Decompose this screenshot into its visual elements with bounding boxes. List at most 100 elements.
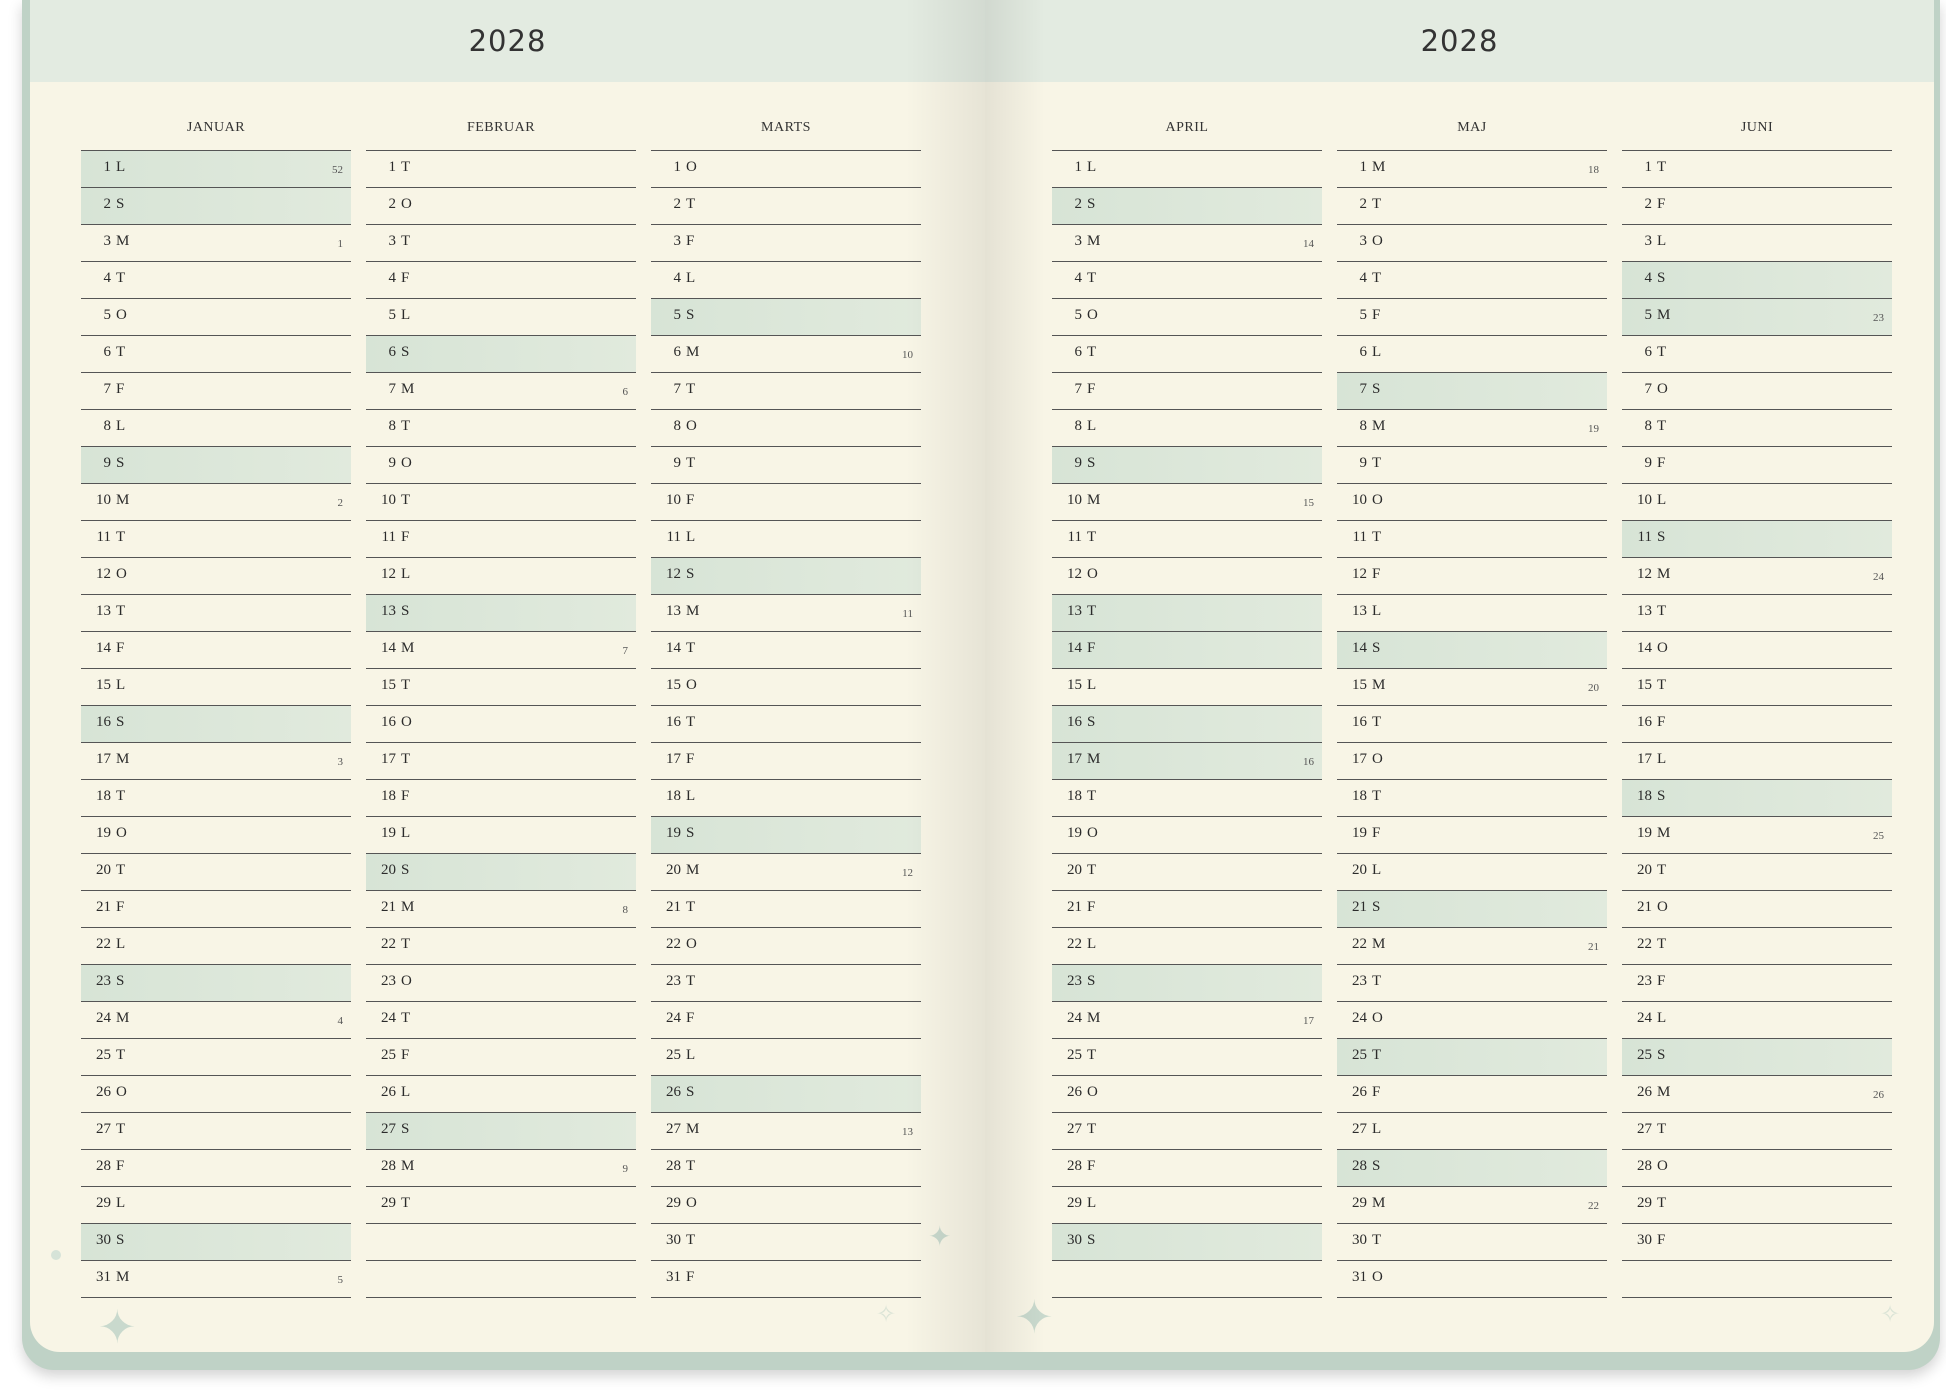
week-number: 13: [902, 1126, 913, 1138]
day-row: 18 F: [366, 780, 636, 817]
day-number: 30: [1067, 1232, 1082, 1248]
weekday-letter: T: [1372, 714, 1382, 730]
weekday-letter: M: [1087, 751, 1101, 767]
weekday-letter: M: [686, 344, 700, 360]
day-number: 18: [1352, 788, 1367, 804]
weekday-letter: O: [1372, 1269, 1383, 1285]
day-number: 2: [388, 196, 397, 212]
weekday-letter: O: [1372, 492, 1383, 508]
weekday-letter: M: [116, 1010, 130, 1026]
week-number: 22: [1588, 1200, 1599, 1212]
weekday-letter: M: [116, 751, 130, 767]
day-number: 25: [1067, 1047, 1082, 1063]
day-number: 23: [1352, 973, 1367, 989]
day-number: 19: [1067, 825, 1082, 841]
weekday-letter: T: [401, 159, 411, 175]
day-list: 1 T 2 F 3 L 4 S 5 M 23 6 T 7 O 8 T 9 F 10 L 11 S 12 M 24 13 T 14 O 15 T…: [1622, 150, 1892, 1298]
weekday-letter: T: [686, 973, 696, 989]
weekday-letter: S: [1372, 1158, 1381, 1174]
weekday-letter: S: [401, 344, 410, 360]
day-row: 16 S: [1052, 706, 1322, 743]
day-row: 9T: [1337, 447, 1607, 484]
day-number: 12: [96, 566, 111, 582]
weekday-letter: T: [1087, 1121, 1097, 1137]
week-number: 14: [1303, 238, 1314, 250]
day-number: 9: [1644, 455, 1653, 471]
weekday-letter: F: [116, 640, 125, 656]
weekday-letter: M: [1087, 233, 1101, 249]
weekday-letter: T: [401, 677, 411, 693]
day-number: 29: [1637, 1195, 1652, 1211]
weekday-letter: L: [1087, 159, 1097, 175]
day-row: 29 O: [651, 1187, 921, 1224]
day-number: 31: [666, 1269, 681, 1285]
day-row: 29 M 22: [1337, 1187, 1607, 1224]
day-row: 18 T: [1337, 780, 1607, 817]
weekday-letter: S: [116, 1232, 125, 1248]
day-number: 15: [381, 677, 396, 693]
weekday-letter: L: [686, 529, 696, 545]
day-row: 2T: [1337, 188, 1607, 225]
day-number: 17: [666, 751, 681, 767]
day-number: 12: [666, 566, 681, 582]
weekday-letter: F: [1087, 899, 1096, 915]
day-number: 2: [1359, 196, 1368, 212]
weekday-letter: F: [1657, 714, 1666, 730]
week-number: 23: [1873, 312, 1884, 324]
week-number: 24: [1873, 571, 1884, 583]
weekday-letter: T: [1657, 418, 1667, 434]
day-row: 15 L: [1052, 669, 1322, 706]
day-number: 27: [1352, 1121, 1367, 1137]
day-number: 27: [1637, 1121, 1652, 1137]
weekday-letter: O: [686, 418, 697, 434]
day-row: 11 L: [651, 521, 921, 558]
day-number: 17: [1067, 751, 1082, 767]
day-number: 27: [1067, 1121, 1082, 1137]
day-row: 24 M 4: [81, 1002, 351, 1039]
day-number: 15: [1637, 677, 1652, 693]
weekday-letter: O: [1372, 1010, 1383, 1026]
day-number: 13: [96, 603, 111, 619]
day-number: 1: [103, 159, 112, 175]
day-row: 18 T: [1052, 780, 1322, 817]
weekday-letter: T: [686, 1232, 696, 1248]
day-number: 8: [103, 418, 112, 434]
weekday-letter: O: [116, 566, 127, 582]
day-number: 18: [1067, 788, 1082, 804]
day-row: 28 F: [81, 1150, 351, 1187]
day-row: 4F: [366, 262, 636, 299]
weekday-letter: L: [1372, 862, 1382, 878]
weekday-letter: O: [1657, 899, 1668, 915]
day-row: 29 L: [1052, 1187, 1322, 1224]
day-row: 17 F: [651, 743, 921, 780]
day-row: 10 F: [651, 484, 921, 521]
weekday-letter: T: [1087, 1047, 1097, 1063]
weekday-letter: M: [401, 899, 415, 915]
weekday-letter: M: [401, 1158, 415, 1174]
day-number: 20: [1067, 862, 1082, 878]
day-row: 18 T: [81, 780, 351, 817]
day-number: 12: [1637, 566, 1652, 582]
day-list: 1 L 52 2 S 3 M 1 4 T 5 O 6 T 7 F 8 L 9 S 10 M 2 11 T 12 O 13 T 14 F 15 L…: [81, 150, 351, 1298]
weekday-letter: M: [686, 862, 700, 878]
day-number: 20: [96, 862, 111, 878]
day-row: 13 S: [366, 595, 636, 632]
week-number: 10: [902, 349, 913, 361]
day-number: 23: [1637, 973, 1652, 989]
weekday-letter: F: [401, 1047, 410, 1063]
weekday-letter: L: [1087, 677, 1097, 693]
day-row: 23 S: [81, 965, 351, 1002]
weekday-letter: F: [1372, 566, 1381, 582]
day-row: 3T: [366, 225, 636, 262]
weekday-letter: T: [686, 714, 696, 730]
day-row: 20 T: [1052, 854, 1322, 891]
weekday-letter: T: [1372, 788, 1382, 804]
day-row: 30 F: [1622, 1224, 1892, 1261]
day-number: 12: [381, 566, 396, 582]
day-row: 10 T: [366, 484, 636, 521]
week-number: 21: [1588, 941, 1599, 953]
day-row: 15 L: [81, 669, 351, 706]
day-row: 24 F: [651, 1002, 921, 1039]
day-number: 20: [1637, 862, 1652, 878]
day-row: 25 S: [1622, 1039, 1892, 1076]
